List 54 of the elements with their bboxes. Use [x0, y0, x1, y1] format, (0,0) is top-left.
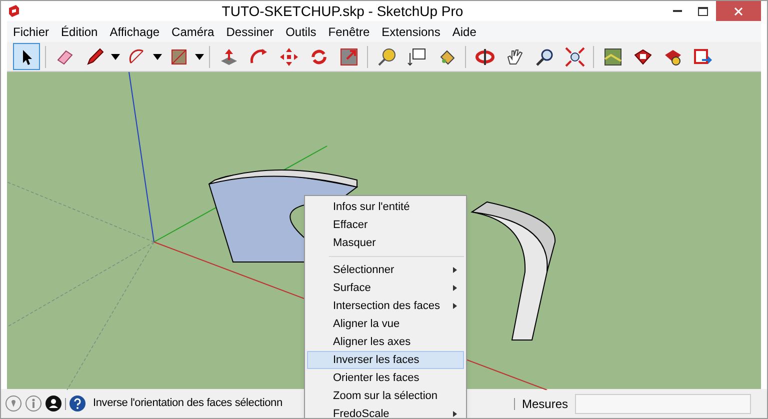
- context-menu-item[interactable]: FredoScale: [307, 405, 464, 418]
- close-icon: [734, 6, 743, 16]
- measurements-label: Mesures: [522, 396, 568, 412]
- move-arrows-icon: [278, 46, 298, 66]
- text-label-icon: [406, 46, 426, 66]
- upload-model-icon: [692, 46, 712, 66]
- menu-item[interactable]: Outils: [286, 22, 316, 40]
- scale-box-icon: [338, 46, 358, 66]
- menu-item[interactable]: Fichier: [13, 22, 50, 40]
- close-button[interactable]: [716, 1, 761, 21]
- rectangle-icon: [168, 46, 188, 66]
- menu-item[interactable]: Caméra: [172, 22, 214, 40]
- menu-item[interactable]: Édition: [61, 22, 98, 40]
- hand-icon: [504, 46, 524, 66]
- submenu-arrow-icon: [453, 267, 457, 273]
- window-title: TUTO-SKETCHUP.skp - SketchUp Pro: [222, 2, 464, 18]
- submenu-arrow-icon: [453, 411, 457, 417]
- submenu-arrow-icon: [453, 285, 457, 291]
- maximize-icon: [698, 6, 708, 16]
- menu-item[interactable]: Affichage: [110, 22, 160, 40]
- menu-item[interactable]: Dessiner: [226, 22, 274, 40]
- context-menu-item[interactable]: Zoom sur la sélection: [307, 387, 464, 405]
- menu-item[interactable]: Extensions: [382, 22, 440, 40]
- menu-item[interactable]: Aide: [452, 22, 476, 40]
- context-menu-item[interactable]: Surface: [307, 279, 464, 297]
- context-menu-item[interactable]: Sélectionner: [307, 261, 464, 279]
- dropdown-caret-icon[interactable]: [111, 54, 120, 60]
- measurements-field[interactable]: [575, 394, 751, 414]
- status-message: Inverse l'orientation des faces sélectionn: [93, 396, 282, 412]
- context-menu-item[interactable]: Inverser les faces: [307, 351, 464, 369]
- context-menu-item[interactable]: Masquer: [307, 234, 464, 252]
- push-pull-icon: [218, 46, 238, 66]
- user-icon[interactable]: [45, 395, 62, 412]
- minimize-icon: [672, 10, 682, 12]
- toolbar-button[interactable]: [13, 43, 40, 70]
- map-icon: [602, 46, 622, 66]
- context-menu-item[interactable]: Intersection des faces: [307, 297, 464, 315]
- tape-measure-icon: [376, 46, 396, 66]
- zoom-extents-icon: [564, 46, 584, 66]
- menu-item[interactable]: Fenêtre: [328, 22, 370, 40]
- context-menu-item[interactable]: Effacer: [307, 216, 464, 234]
- location-pin-icon[interactable]: [5, 395, 22, 412]
- pencil-icon: [84, 46, 104, 66]
- orbit-icon: [474, 46, 494, 66]
- app-logo-icon: [7, 4, 21, 18]
- dropdown-caret-icon[interactable]: [195, 54, 204, 60]
- dropdown-caret-icon[interactable]: [153, 54, 162, 60]
- context-menu-item[interactable]: Aligner les axes: [307, 333, 464, 351]
- context-menu-item[interactable]: Aligner la vue: [307, 315, 464, 333]
- magnifier-icon: [534, 46, 554, 66]
- submenu-arrow-icon: [453, 303, 457, 309]
- context-menu-item[interactable]: Infos sur l'entité: [307, 198, 464, 216]
- context-menu-item[interactable]: Orienter les faces: [307, 369, 464, 387]
- help-icon[interactable]: [69, 395, 86, 412]
